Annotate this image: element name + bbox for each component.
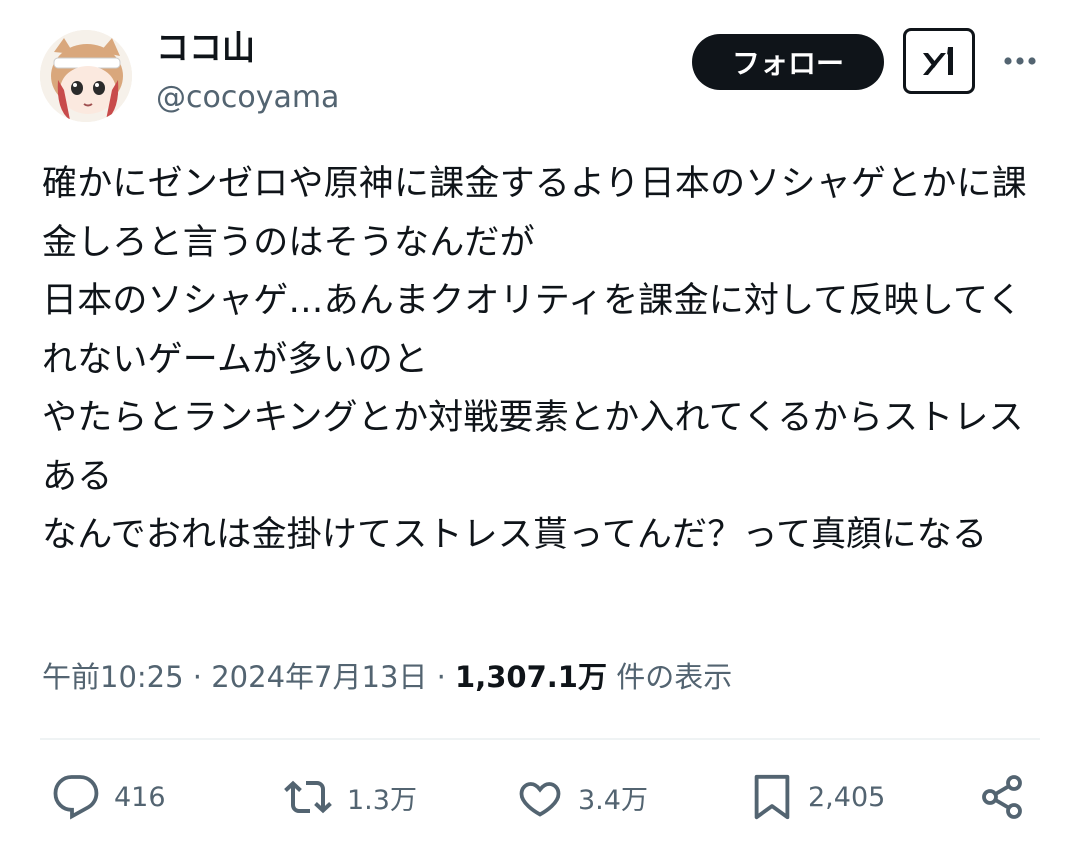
bookmark-count: 2,405 xyxy=(808,781,886,813)
tweet-text: 確かにゼンゼロや原神に課金するより日本のソシャゲとかに課金しろと言うのはそうなん… xyxy=(42,164,1027,555)
views-label: 件の表示 xyxy=(616,660,733,694)
tweet-date[interactable]: 2024年7月13日 xyxy=(211,660,427,694)
like-count: 3.4万 xyxy=(578,784,648,816)
more-icon xyxy=(1004,57,1036,65)
reply-icon xyxy=(53,775,99,820)
retweet-icon xyxy=(284,780,332,814)
like-button[interactable]: 3.4万 xyxy=(516,770,648,824)
avatar-image xyxy=(40,30,132,122)
follow-button[interactable]: フォロー xyxy=(692,34,884,90)
author-handle[interactable]: @cocoyama xyxy=(156,78,339,118)
tweet-time[interactable]: 午前10:25 xyxy=(42,660,184,694)
views-count[interactable]: 1,307.1万 xyxy=(455,660,607,694)
grok-button[interactable] xyxy=(903,28,975,94)
retweet-button[interactable]: 1.3万 xyxy=(283,770,417,824)
tweet-meta: 午前10:25 · 2024年7月13日 · 1,307.1万 件の表示 xyxy=(42,655,732,699)
heart-icon xyxy=(519,782,561,817)
meta-separator: · xyxy=(436,660,446,694)
grok-icon xyxy=(923,47,953,75)
bookmark-icon xyxy=(754,774,790,820)
share-button[interactable] xyxy=(978,770,1026,824)
divider xyxy=(40,738,1040,740)
retweet-count: 1.3万 xyxy=(347,784,417,816)
meta-separator: · xyxy=(192,660,203,694)
more-options-button[interactable] xyxy=(1000,46,1040,76)
reply-count: 416 xyxy=(114,781,166,813)
share-icon xyxy=(982,775,1022,819)
bookmark-button[interactable]: 2,405 xyxy=(750,770,885,824)
reply-button[interactable]: 416 xyxy=(52,770,166,824)
author-display-name[interactable]: ココ山 xyxy=(156,26,255,70)
avatar[interactable] xyxy=(40,30,132,122)
